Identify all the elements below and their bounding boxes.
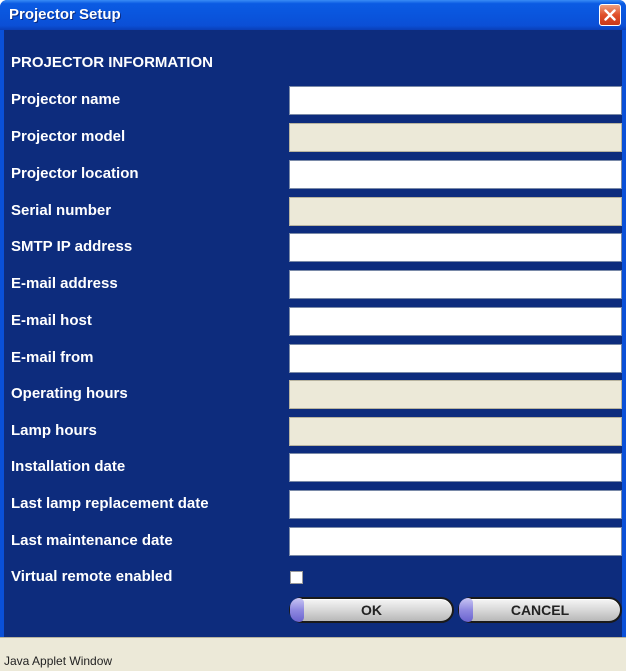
email-host-field[interactable] — [289, 307, 622, 336]
smtp-ip-address-label: SMTP IP address — [11, 238, 133, 255]
email-host-label: E-mail host — [11, 312, 92, 329]
projector-name-field[interactable] — [289, 86, 622, 115]
projector-model-field — [289, 123, 622, 152]
operating-hours-label: Operating hours — [11, 385, 128, 402]
last-maintenance-date-field[interactable] — [289, 527, 622, 556]
cancel-button[interactable]: CANCEL — [458, 597, 622, 623]
title-bar[interactable]: Projector Setup — [0, 0, 626, 30]
installation-date-label: Installation date — [11, 458, 126, 475]
ok-button-label: OK — [361, 602, 382, 618]
section-heading: PROJECTOR INFORMATION — [11, 54, 213, 71]
projector-model-label: Projector model — [11, 128, 126, 145]
setup-panel: PROJECTOR INFORMATION Projector name Pro… — [4, 30, 622, 637]
status-bar: Java Applet Window — [0, 637, 626, 671]
installation-date-field[interactable] — [289, 453, 622, 482]
last-lamp-replacement-date-field[interactable] — [289, 490, 622, 519]
button-knob-icon — [290, 598, 304, 622]
serial-number-label: Serial number — [11, 202, 112, 219]
operating-hours-field — [289, 380, 622, 409]
cancel-button-label: CANCEL — [510, 602, 570, 618]
projector-location-field[interactable] — [289, 160, 622, 189]
lamp-hours-label: Lamp hours — [11, 422, 97, 439]
email-address-field[interactable] — [289, 270, 622, 299]
last-lamp-replacement-date-label: Last lamp replacement date — [11, 495, 209, 512]
virtual-remote-checkbox[interactable] — [290, 571, 303, 584]
smtp-ip-address-field[interactable] — [289, 233, 622, 262]
window-title: Projector Setup — [9, 6, 121, 23]
serial-number-field — [289, 197, 622, 226]
email-address-label: E-mail address — [11, 275, 118, 292]
email-from-label: E-mail from — [11, 349, 94, 366]
close-icon — [604, 9, 616, 21]
last-maintenance-date-label: Last maintenance date — [11, 532, 173, 549]
ok-button[interactable]: OK — [289, 597, 454, 623]
projector-setup-window: Projector Setup PROJECTOR INFORMATION Pr… — [0, 0, 626, 671]
email-from-field[interactable] — [289, 344, 622, 373]
virtual-remote-enabled-label: Virtual remote enabled — [11, 568, 173, 585]
projector-name-label: Projector name — [11, 91, 121, 108]
close-button[interactable] — [599, 4, 621, 26]
lamp-hours-field — [289, 417, 622, 446]
projector-location-label: Projector location — [11, 165, 139, 182]
status-text: Java Applet Window — [4, 654, 113, 668]
button-knob-icon — [459, 598, 473, 622]
